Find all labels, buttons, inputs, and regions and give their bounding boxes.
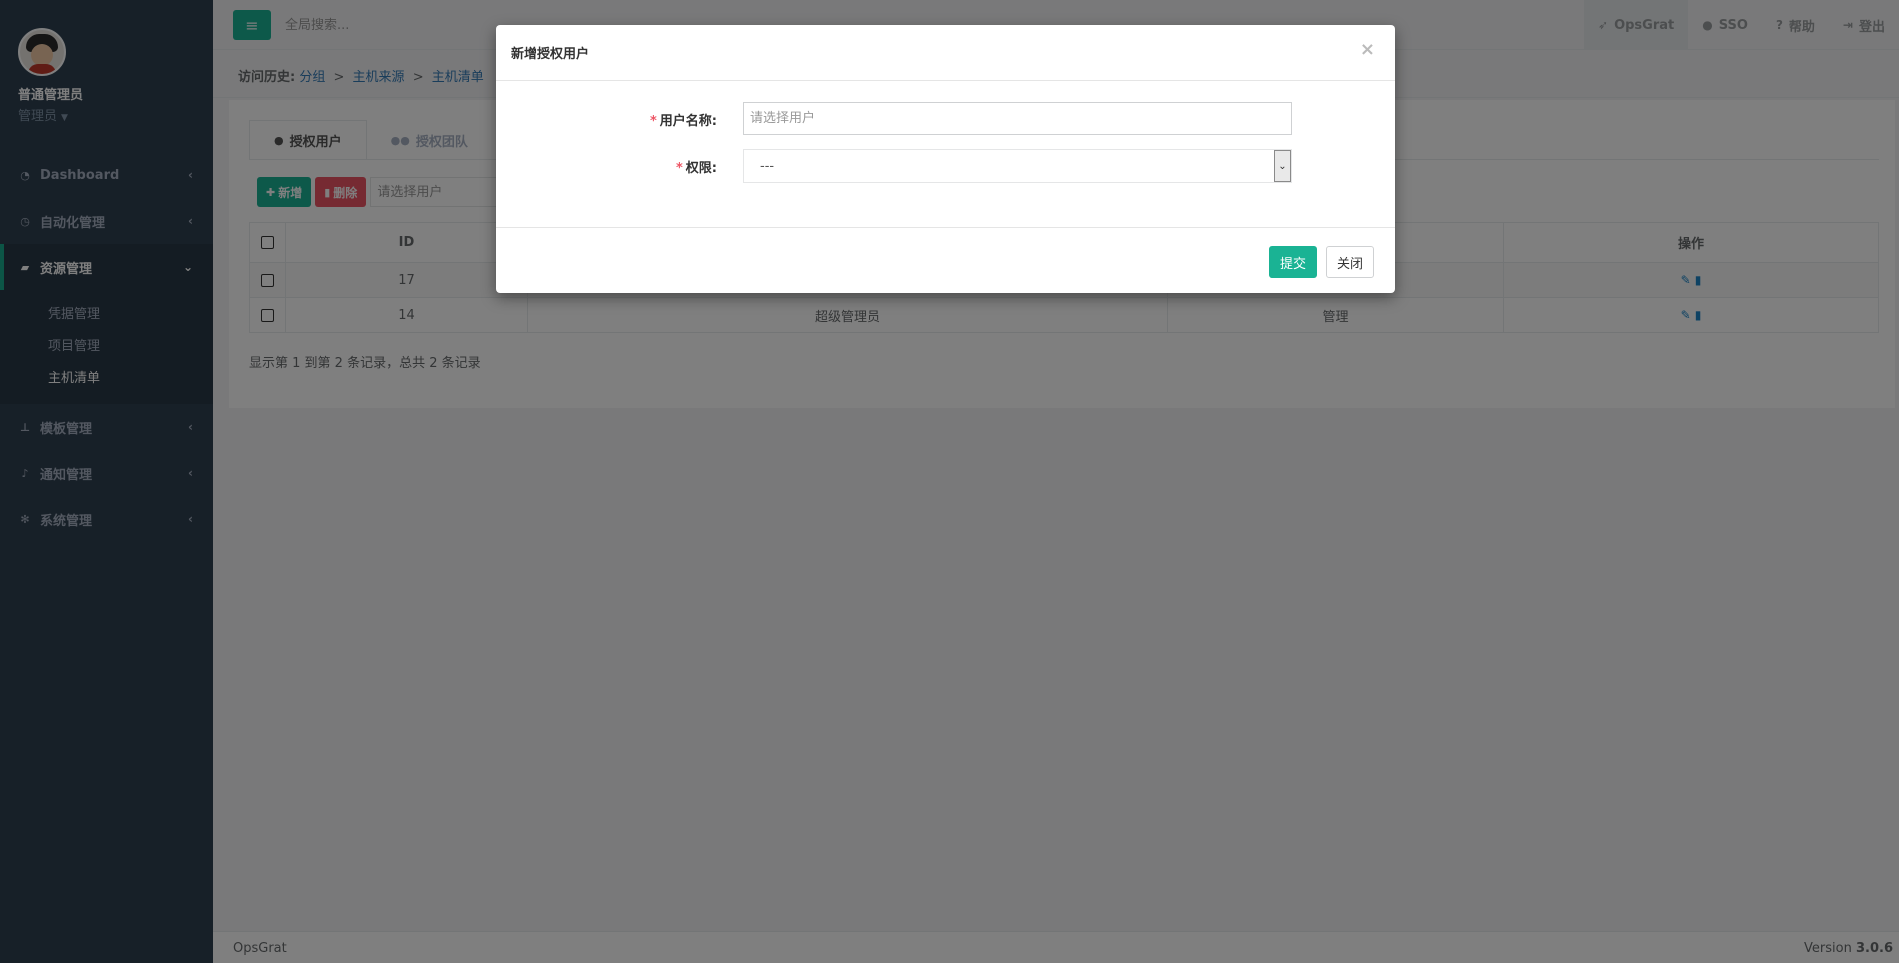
permission-label: * 权限: <box>676 157 717 176</box>
modal-header: 新增授权用户 × <box>496 25 1395 81</box>
username-input[interactable] <box>743 102 1292 135</box>
modal-title: 新增授权用户 <box>511 47 590 62</box>
submit-button[interactable]: 提交 <box>1269 246 1318 278</box>
permission-select[interactable]: --- ⌄ <box>743 149 1292 183</box>
username-label-text: 用户名称: <box>659 114 717 129</box>
required-marker: * <box>675 161 683 176</box>
modal-footer-divider <box>496 227 1395 228</box>
close-button[interactable]: 关闭 <box>1326 246 1375 278</box>
permission-label-text: 权限: <box>685 161 717 176</box>
chevron-down-icon: ⌄ <box>1274 150 1291 182</box>
permission-row: * 权限: --- ⌄ <box>496 149 1395 183</box>
username-row: * 用户名称: <box>496 102 1395 136</box>
required-marker: * <box>649 114 657 129</box>
username-label: * 用户名称: <box>650 110 717 129</box>
add-authorized-user-dialog: 新增授权用户 × *用户名称: *权限: --- ⌄ 提交 关闭 <box>496 25 1395 293</box>
permission-selected-value: --- <box>760 159 775 174</box>
close-icon[interactable]: × <box>1360 39 1375 60</box>
